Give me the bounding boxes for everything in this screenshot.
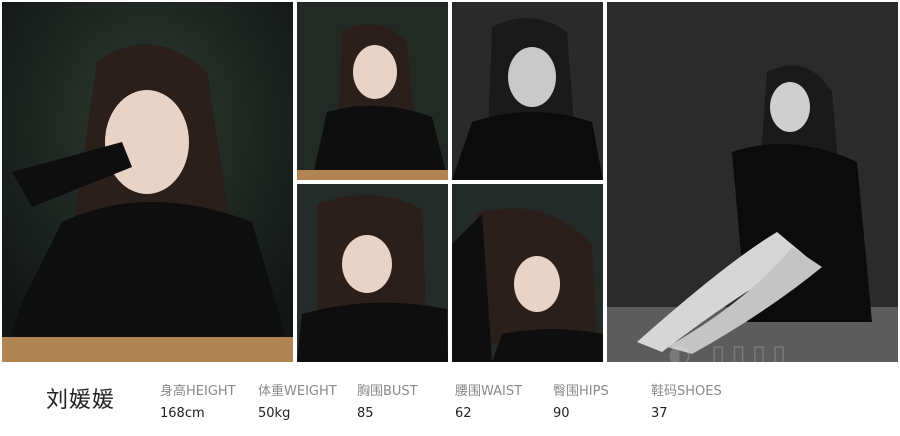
stat-value: 168cm — [160, 406, 205, 421]
photo-bw-closeup — [452, 2, 603, 180]
stat-weight: 体重WEIGHT 50kg — [258, 380, 337, 421]
stat-value: 62 — [455, 406, 472, 421]
model-name: 刘媛媛 — [46, 388, 116, 413]
stat-value: 90 — [553, 406, 570, 421]
photo-head-tilt — [452, 184, 603, 362]
stat-value: 50kg — [258, 406, 291, 421]
stat-value: 37 — [651, 406, 668, 421]
stat-label: 腰围WAIST — [455, 384, 523, 399]
stat-bust: 胸围BUST 85 — [357, 380, 418, 421]
stat-hips: 臀围HIPS 90 — [553, 380, 609, 421]
stat-label: 胸围BUST — [357, 384, 418, 399]
photo-main-portrait — [2, 2, 293, 362]
stat-waist: 腰围WAIST 62 — [455, 380, 522, 421]
stat-label: 臀围HIPS — [553, 384, 609, 399]
stat-shoes: 鞋码SHOES 37 — [651, 380, 722, 421]
stat-label: 身高HEIGHT — [160, 384, 236, 399]
stat-label: 鞋码SHOES — [651, 384, 722, 399]
photo-hand-to-face — [297, 2, 448, 180]
stat-label: 体重WEIGHT — [258, 384, 337, 399]
watermark: ◐ ▯▯▯▯ — [668, 340, 793, 370]
photo-resting-chin — [297, 184, 448, 362]
stat-value: 85 — [357, 406, 374, 421]
photo-seated-full-body — [607, 2, 898, 362]
stat-height: 身高HEIGHT 168cm — [160, 380, 236, 421]
